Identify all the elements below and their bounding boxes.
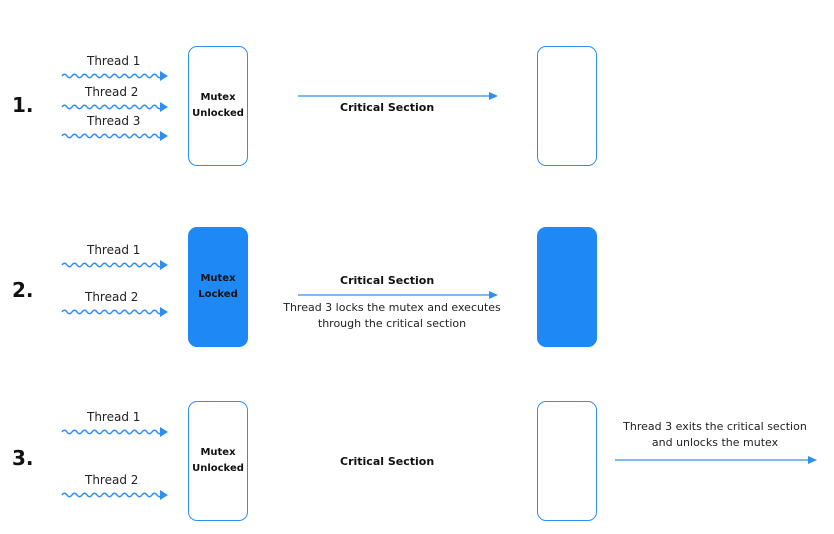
- thread-2-wave-arrow: [61, 307, 168, 317]
- thread-1-wave-arrow: [61, 71, 168, 81]
- thread-3-wave-arrow: [61, 131, 168, 141]
- mutex-state-label: Mutex Locked: [198, 273, 238, 300]
- mutex-box-unlocked: Mutex Unlocked: [188, 401, 248, 521]
- thread-1-label: Thread 1: [87, 243, 141, 257]
- thread-2-label: Thread 2: [85, 473, 139, 487]
- thread-3-label: Thread 3: [87, 114, 141, 128]
- mutex-box-locked: Mutex Locked: [188, 227, 248, 347]
- critical-section-label: Critical Section: [340, 455, 435, 468]
- lock-note: Thread 3 locks the mutex and executes th…: [283, 301, 501, 330]
- mutex-box-unlocked: Mutex Unlocked: [188, 46, 248, 166]
- step-1-number: 1.: [12, 93, 34, 117]
- critical-section-label: Critical Section: [340, 101, 435, 114]
- thread-1-label: Thread 1: [87, 54, 141, 68]
- mutex-state-label: Mutex Unlocked: [192, 92, 244, 119]
- critical-section-box: [537, 46, 597, 166]
- thread-2-wave-arrow: [61, 102, 168, 112]
- critical-section-label: Critical Section: [340, 274, 435, 287]
- exit-arrow: [615, 456, 817, 464]
- thread-1-wave-arrow: [61, 427, 168, 437]
- step-2-number: 2.: [12, 278, 34, 302]
- critical-section-box-occupied: [537, 227, 597, 347]
- thread-2-label: Thread 2: [85, 85, 139, 99]
- exit-note: Thread 3 exits the critical section and …: [623, 420, 807, 449]
- thread-2-wave-arrow: [61, 490, 168, 500]
- thread-1-label: Thread 1: [87, 410, 141, 424]
- step-3-number: 3.: [12, 446, 34, 470]
- thread-1-wave-arrow: [61, 260, 168, 270]
- mutex-state-label: Mutex Unlocked: [192, 447, 244, 474]
- thread-2-label: Thread 2: [85, 290, 139, 304]
- critical-section-box: [537, 401, 597, 521]
